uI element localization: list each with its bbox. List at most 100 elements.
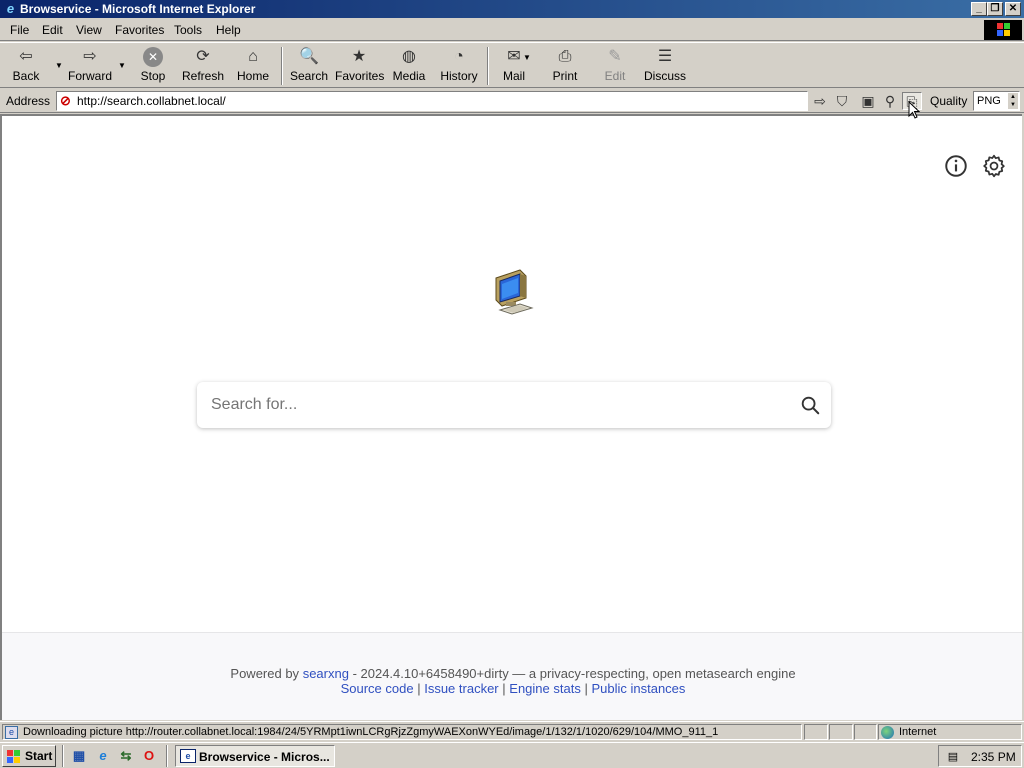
home-button[interactable]: ⌂ Home: [229, 47, 277, 87]
title-bar: e Browservice - Microsoft Internet Explo…: [0, 0, 1024, 18]
menu-tools[interactable]: Tools: [174, 23, 202, 37]
refresh-button[interactable]: ⟳ Refresh: [179, 47, 227, 87]
status-text-pane: e Downloading picture http://router.coll…: [2, 724, 802, 740]
no-page-icon: ⊘: [60, 93, 71, 108]
menu-view[interactable]: View: [76, 23, 102, 37]
search-icon[interactable]: [799, 394, 821, 416]
settings-gear-icon[interactable]: [981, 153, 1007, 179]
taskbar-separator: [62, 745, 64, 767]
public-instances-link[interactable]: Public instances: [591, 681, 685, 696]
zoom-page-icon[interactable]: ▣: [858, 92, 878, 110]
footer-separator: |: [502, 681, 506, 696]
computer-logo-icon: [495, 269, 534, 315]
forward-dropdown-icon[interactable]: ▼: [118, 61, 126, 70]
discuss-button[interactable]: ☰ Discuss: [641, 47, 689, 87]
address-bar: Address ⊘ ⇨ ⛉ ▣ ⚲ ⎘ Quality PNG ▲▼: [0, 89, 1024, 113]
print-button[interactable]: ⎙ Print: [541, 47, 589, 87]
search-globe-icon: 🔍: [299, 48, 319, 65]
address-input[interactable]: [77, 94, 797, 108]
show-desktop-icon[interactable]: ▦: [70, 747, 88, 765]
favorites-folder-icon: ★: [351, 48, 367, 65]
standard-toolbar: ⇦ Back ▼ ⇨ Forward ▼ ✕ Stop ⟳ Refresh ⌂ …: [0, 42, 1024, 88]
home-icon: ⌂: [248, 48, 258, 65]
status-pane: [829, 724, 853, 740]
zone-label: Internet: [899, 726, 937, 738]
go-arrow-icon[interactable]: ⇨: [810, 92, 830, 110]
start-button[interactable]: Start: [2, 745, 56, 767]
version-text: - 2024.4.10+6458490+dirty — a privacy-re…: [352, 666, 796, 681]
source-code-link[interactable]: Source code: [341, 681, 414, 696]
window-title: Browservice - Microsoft Internet Explore…: [20, 2, 256, 16]
quality-spinner[interactable]: ▲ ▼: [1008, 93, 1018, 109]
status-bar: e Downloading picture http://router.coll…: [0, 721, 1024, 741]
forward-button[interactable]: ⇨ Forward: [66, 47, 114, 87]
system-tray: ▤ 2:35 PM: [938, 745, 1022, 767]
status-pane: [804, 724, 828, 740]
mail-dropdown-icon[interactable]: ▼: [523, 53, 531, 62]
edit-page-icon: ✎: [608, 48, 622, 65]
clock[interactable]: 2:35 PM: [971, 750, 1016, 764]
edit-button[interactable]: ✎ Edit: [591, 47, 639, 87]
media-button[interactable]: ◍ Media: [385, 47, 433, 87]
taskbar: Start ▦ e ⇆ O e Browservice - Micros... …: [0, 742, 1024, 768]
mouse-pointer-icon: [908, 101, 920, 119]
history-button[interactable]: ◔ History: [435, 47, 483, 87]
search-button[interactable]: 🔍 Search: [285, 47, 333, 87]
discuss-icon: ☰: [657, 48, 673, 65]
quality-select[interactable]: PNG ▲ ▼: [973, 91, 1020, 111]
stop-icon: ✕: [143, 47, 163, 67]
task-button-browservice[interactable]: e Browservice - Micros...: [175, 745, 335, 767]
search-input[interactable]: [211, 394, 771, 416]
issue-tracker-link[interactable]: Issue tracker: [424, 681, 498, 696]
maximize-button[interactable]: ❐: [987, 2, 1003, 16]
footer-powered-line: Powered by searxng - 2024.4.10+6458490+d…: [2, 666, 1022, 681]
engine-stats-link[interactable]: Engine stats: [509, 681, 581, 696]
favorites-button[interactable]: ★ Favorites: [335, 47, 384, 87]
quality-value: PNG: [977, 95, 1001, 107]
menu-favorites[interactable]: Favorites: [115, 23, 164, 37]
security-zone: Internet: [878, 724, 1022, 740]
footer-separator: |: [584, 681, 588, 696]
ie-window-icon: e: [180, 749, 196, 763]
outlook-express-icon[interactable]: ⇆: [117, 747, 135, 765]
back-dropdown-icon[interactable]: ▼: [55, 61, 63, 70]
find-binoculars-icon[interactable]: ⚲: [880, 92, 900, 110]
powered-by-text: Powered by: [230, 666, 300, 681]
page-footer: Powered by searxng - 2024.4.10+6458490+d…: [2, 632, 1022, 720]
toolbar-separator: [487, 47, 489, 85]
media-globe-icon: ◍: [402, 48, 416, 65]
page-viewport: Powered by searxng - 2024.4.10+6458490+d…: [0, 114, 1022, 720]
toolbar-separator: [281, 47, 283, 85]
menu-file[interactable]: File: [10, 23, 29, 37]
menu-edit[interactable]: Edit: [42, 23, 63, 37]
page-loading-icon: e: [5, 726, 18, 739]
windows-logo-icon: [984, 20, 1022, 40]
windows-flag-icon: [7, 750, 21, 763]
back-arrow-icon: ⇦: [19, 48, 33, 65]
menu-help[interactable]: Help: [216, 23, 241, 37]
scheduler-tray-icon[interactable]: ▤: [945, 750, 961, 764]
footer-links: Source code | Issue tracker | Engine sta…: [2, 681, 1022, 696]
opera-icon[interactable]: O: [140, 747, 158, 765]
minimize-button[interactable]: _: [971, 2, 987, 16]
taskbar-separator: [166, 745, 168, 767]
bookmark-icon[interactable]: ⛉: [832, 92, 852, 110]
close-button[interactable]: ✕: [1005, 2, 1021, 16]
internet-globe-icon: [881, 726, 894, 739]
stop-button[interactable]: ✕ Stop: [129, 47, 177, 87]
address-label: Address: [6, 94, 51, 108]
forward-arrow-icon: ⇨: [83, 48, 97, 65]
search-box[interactable]: [197, 382, 831, 428]
status-pane: [854, 724, 877, 740]
refresh-icon: ⟳: [196, 48, 210, 65]
footer-separator: |: [417, 681, 421, 696]
status-text: Downloading picture http://router.collab…: [23, 726, 719, 738]
menu-bar: File Edit View Favorites Tools Help: [0, 19, 1024, 41]
ie-logo-icon: e: [6, 1, 15, 16]
address-field[interactable]: ⊘: [56, 91, 808, 111]
info-icon[interactable]: [943, 153, 969, 179]
printer-icon: ⎙: [558, 48, 572, 65]
back-button[interactable]: ⇦ Back: [2, 47, 50, 87]
searxng-link[interactable]: searxng: [303, 666, 349, 681]
internet-explorer-icon[interactable]: e: [94, 747, 112, 765]
